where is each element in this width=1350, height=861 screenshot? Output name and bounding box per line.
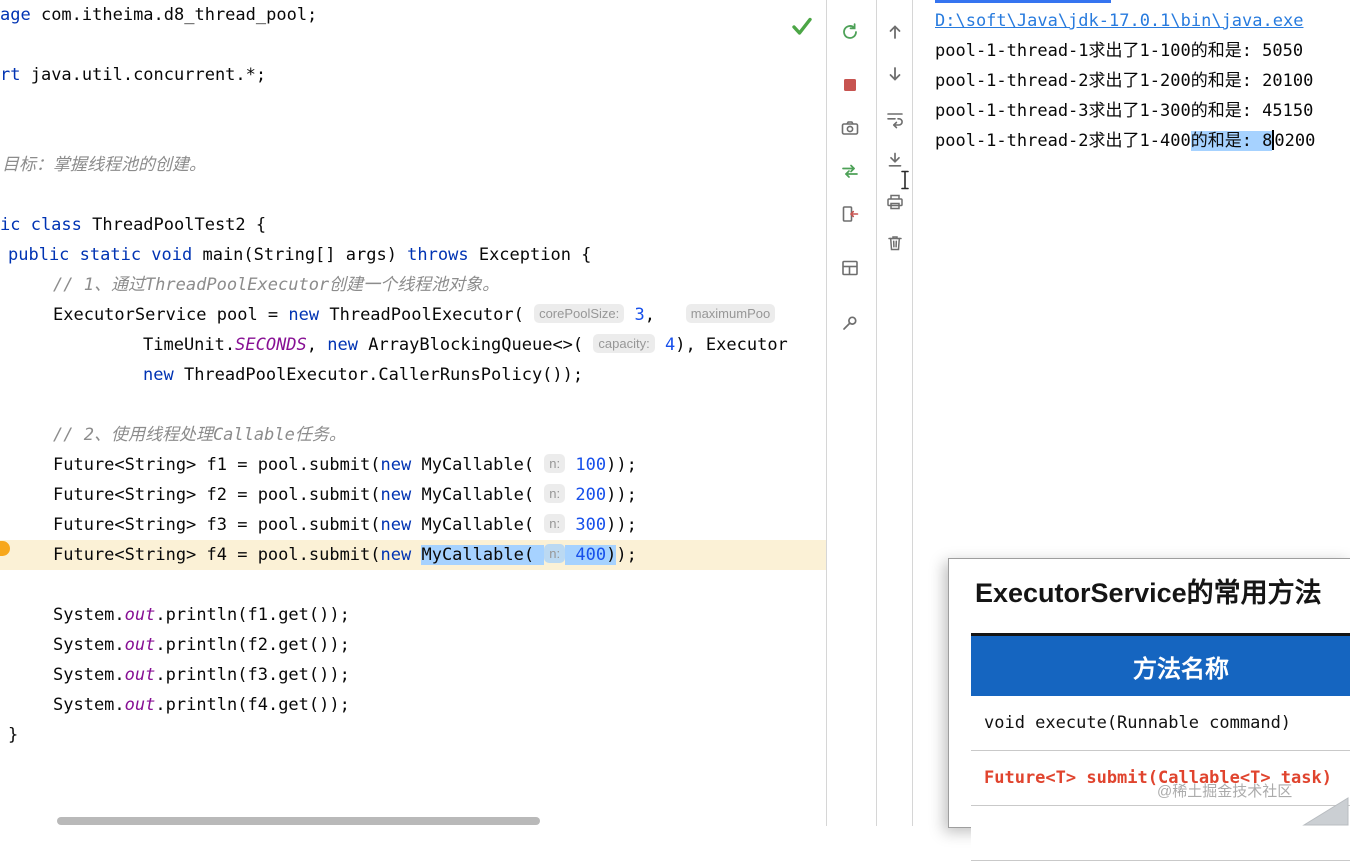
mouse-cursor-ibeam-icon: [899, 170, 911, 194]
code-line[interactable]: ic class ThreadPoolTest2 {: [0, 210, 826, 240]
table-row: void execute(Runnable command): [971, 696, 1350, 751]
code-line[interactable]: rt java.util.concurrent.*;: [0, 60, 826, 90]
code-line[interactable]: [0, 30, 826, 60]
code-line[interactable]: System.out.println(f3.get());: [0, 660, 826, 690]
no-problems-check-icon[interactable]: [790, 14, 814, 42]
exit-icon[interactable]: [836, 200, 864, 228]
soft-wrap-icon[interactable]: [881, 105, 909, 133]
pin-icon[interactable]: [836, 309, 864, 337]
code-line[interactable]: 目标：掌握线程池的创建。: [0, 150, 826, 180]
code-line[interactable]: [0, 180, 826, 210]
code-line[interactable]: System.out.println(f2.get());: [0, 630, 826, 660]
table-header: 方法名称: [971, 636, 1350, 696]
code-line[interactable]: // 2、使用线程处理Callable任务。: [0, 420, 826, 450]
code-line[interactable]: }: [0, 720, 826, 750]
code-line[interactable]: System.out.println(f1.get());: [0, 600, 826, 630]
code-line[interactable]: Future<String> f3 = pool.submit(new MyCa…: [0, 510, 826, 540]
code-line[interactable]: age com.itheima.d8_thread_pool;: [0, 0, 826, 30]
code-line[interactable]: [0, 120, 826, 150]
code-line[interactable]: [0, 90, 826, 120]
code-line[interactable]: [0, 570, 826, 600]
console-line[interactable]: pool-1-thread-2求出了1-200的和是: 20100: [935, 66, 1315, 96]
code-line[interactable]: public static void main(String[] args) t…: [0, 240, 826, 270]
stop-icon[interactable]: [836, 71, 864, 99]
thread-dump-camera-icon[interactable]: [836, 114, 864, 142]
console-line[interactable]: pool-1-thread-3求出了1-300的和是: 45150: [935, 96, 1315, 126]
watermark-text: @稀土掘金技术社区: [1157, 780, 1292, 801]
slide-title: ExecutorService的常用方法: [975, 571, 1350, 610]
code-editor[interactable]: age com.itheima.d8_thread_pool;rt java.u…: [0, 0, 826, 826]
code-line[interactable]: new ThreadPoolExecutor.CallerRunsPolicy(…: [0, 360, 826, 390]
code-line[interactable]: // 1、通过ThreadPoolExecutor创建一个线程池对象。: [0, 270, 826, 300]
restore-layout-icon[interactable]: [836, 254, 864, 282]
toolbar-divider: [876, 0, 877, 826]
table-row: [971, 806, 1350, 861]
code-line[interactable]: Future<String> f1 = pool.submit(new MyCa…: [0, 450, 826, 480]
code-line[interactable]: TimeUnit.SECONDS, new ArrayBlockingQueue…: [0, 330, 826, 360]
console-output[interactable]: D:\soft\Java\jdk-17.0.1\bin\java.exepool…: [935, 6, 1315, 156]
slide-arrow-icon: [1302, 794, 1350, 830]
table-body: void execute(Runnable command)Future<T> …: [971, 696, 1350, 861]
console-line[interactable]: D:\soft\Java\jdk-17.0.1\bin\java.exe: [935, 6, 1315, 36]
prev-occurrence-icon[interactable]: [881, 18, 909, 46]
horizontal-scrollbar[interactable]: [57, 817, 540, 825]
editor-divider: [826, 0, 827, 826]
code-line[interactable]: Future<String> f4 = pool.submit(new MyCa…: [0, 540, 826, 570]
profiler-icon[interactable]: [836, 157, 864, 185]
console-line[interactable]: pool-1-thread-2求出了1-400的和是: 80200: [935, 126, 1315, 156]
code-line[interactable]: [0, 390, 826, 420]
rerun-icon[interactable]: [836, 18, 864, 46]
methods-table: 方法名称 void execute(Runnable command)Futur…: [971, 633, 1350, 861]
code-lines: age com.itheima.d8_thread_pool;rt java.u…: [0, 0, 826, 750]
code-line[interactable]: System.out.println(f4.get());: [0, 690, 826, 720]
code-line[interactable]: Future<String> f2 = pool.submit(new MyCa…: [0, 480, 826, 510]
next-occurrence-icon[interactable]: [881, 60, 909, 88]
console-line[interactable]: pool-1-thread-1求出了1-100的和是: 5050: [935, 36, 1315, 66]
clear-all-icon[interactable]: [881, 229, 909, 257]
code-line[interactable]: ExecutorService pool = new ThreadPoolExe…: [0, 300, 826, 330]
active-tab-underline: [935, 0, 1111, 3]
